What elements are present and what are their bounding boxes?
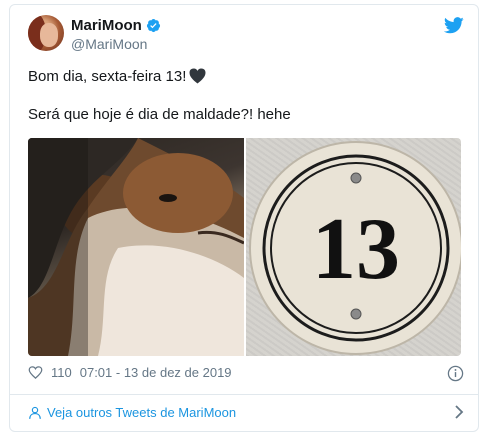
- avatar-face: [40, 23, 58, 47]
- avatar[interactable]: [28, 15, 64, 51]
- tweet-media[interactable]: 13: [28, 138, 461, 356]
- tweet-text-line-2: Será que hoje é dia de maldade?! hehe: [28, 106, 291, 123]
- twitter-bird-icon[interactable]: [444, 17, 464, 34]
- plaque-number: 13: [312, 201, 400, 298]
- tweet-text-line-1-content: Bom dia, sexta-feira 13!: [28, 68, 187, 85]
- tweet-text: Bom dia, sexta-feira 13! Será que hoje é…: [28, 67, 468, 125]
- more-tweets-link[interactable]: Veja outros Tweets de MariMoon: [28, 405, 464, 420]
- author-handle[interactable]: @MariMoon: [71, 36, 161, 52]
- heart-outline-icon[interactable]: [28, 365, 43, 380]
- name-row: MariMoon: [71, 17, 161, 34]
- tweet-timestamp[interactable]: 07:01 - 13 de dez de 2019: [80, 365, 232, 380]
- info-icon[interactable]: [447, 365, 464, 382]
- author-block[interactable]: MariMoon @MariMoon: [71, 17, 161, 52]
- tweet-embed-card: MariMoon @MariMoon Bom dia, sexta-feira …: [9, 4, 479, 432]
- media-image-right[interactable]: 13: [245, 138, 461, 356]
- house-number-plaque: 13: [248, 141, 461, 355]
- footer-divider: [10, 394, 478, 395]
- chevron-right-icon[interactable]: [454, 405, 464, 419]
- author-display-name[interactable]: MariMoon: [71, 17, 142, 34]
- more-tweets-label[interactable]: Veja outros Tweets de MariMoon: [47, 405, 236, 420]
- tweet-meta: 110 07:01 - 13 de dez de 2019: [28, 365, 232, 380]
- black-heart-emoji-icon: [189, 68, 206, 84]
- media-image-left[interactable]: [28, 138, 244, 356]
- like-count[interactable]: 110: [51, 365, 72, 380]
- tweet-text-line-1: Bom dia, sexta-feira 13!: [28, 67, 468, 87]
- verified-icon: [146, 18, 160, 33]
- dog-photo-drawing: [28, 138, 244, 356]
- person-icon: [29, 406, 41, 419]
